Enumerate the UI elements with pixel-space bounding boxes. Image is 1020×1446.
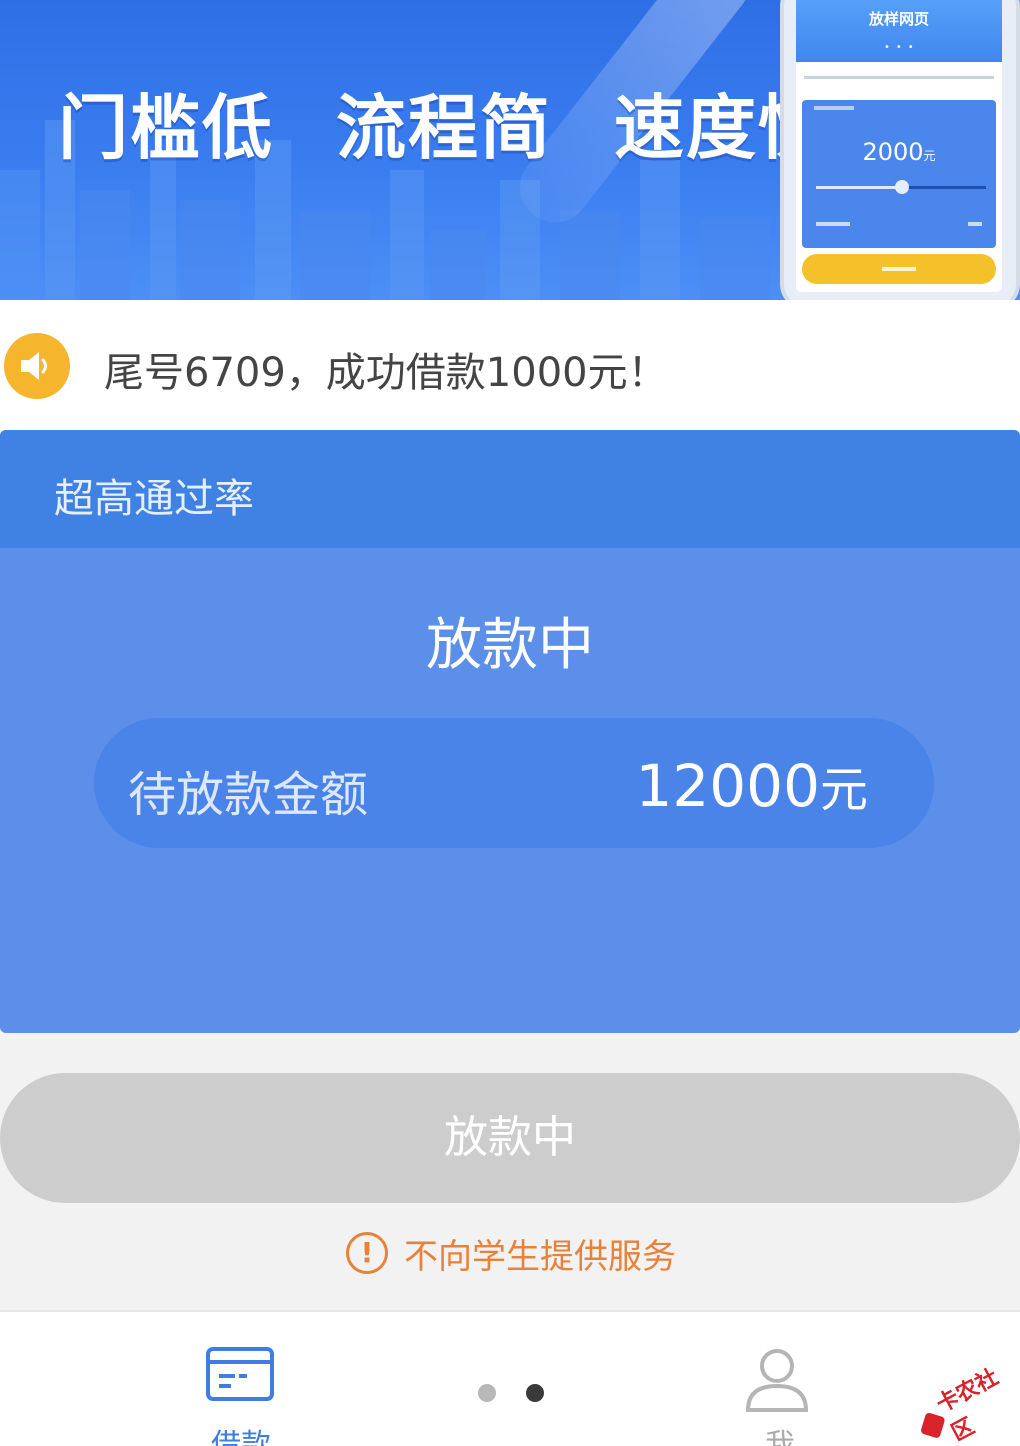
phone-term-label [816,222,850,226]
phone-card-label [814,106,854,110]
phone-button-label [882,267,916,271]
pending-amount-number: 12000 [635,752,820,820]
phone-term-value [968,222,982,226]
phone-apply-button [802,254,996,284]
phone-slider-fill [816,186,900,189]
tab-loan[interactable]: 借款 [161,1312,321,1446]
loan-success-notice: 尾号6709，成功借款1000元！ [104,350,668,396]
page-dot-1 [478,1384,496,1402]
tab-loan-label: 借款 [211,1428,271,1446]
tab-me-label: 我 [765,1428,795,1446]
student-warning-text: 不向学生提供服务 [404,1236,676,1277]
phone-title: 放样网页 [868,10,929,28]
disbursing-button[interactable]: 放款中 [0,1073,1020,1203]
phone-loan-card: 2000元 [802,100,996,248]
phone-dots: ••• [884,42,920,53]
loan-status-card: 超高通过率 放款中 待放款金额 12000元 [0,430,1020,1033]
phone-amount: 2000元 [802,138,996,166]
banner-slogans: 门槛低 流程简 速度快 [58,72,830,173]
pending-amount-label: 待放款金额 [128,767,369,823]
pending-amount-value: 12000元 [635,750,868,820]
user-icon [745,1349,809,1412]
page-indicator [478,1384,544,1402]
phone-text-line [804,76,994,79]
bottom-tab-bar: 借款 我 [0,1310,1020,1446]
slogan-1: 门槛低 [58,87,274,169]
page-dot-2 [526,1384,544,1402]
phone-amount-value: 2000 [862,138,924,166]
loan-status-text: 放款中 [426,613,594,678]
exclamation-icon: ! [346,1232,388,1274]
card-header: 超高通过率 [0,430,1020,548]
pending-amount-pill: 待放款金额 12000元 [94,718,934,848]
speaker-icon [4,333,70,399]
pending-amount-unit: 元 [819,762,868,818]
tab-me[interactable]: 我 [700,1312,860,1446]
phone-term-row [816,222,982,226]
phone-amount-unit: 元 [923,149,936,163]
phone-screen: 放样网页 ••• 2000元 [796,0,1002,292]
student-warning: ! 不向学生提供服务 [346,1230,676,1277]
card-icon [206,1347,274,1401]
card-header-title: 超高通过率 [54,476,254,522]
phone-slider-knob [895,180,909,194]
promo-banner[interactable]: 门槛低 流程简 速度快 放样网页 ••• 2000元 [0,0,1020,300]
slogan-2: 流程简 [336,87,552,169]
phone-mockup-illustration: 放样网页 ••• 2000元 [780,0,1020,300]
